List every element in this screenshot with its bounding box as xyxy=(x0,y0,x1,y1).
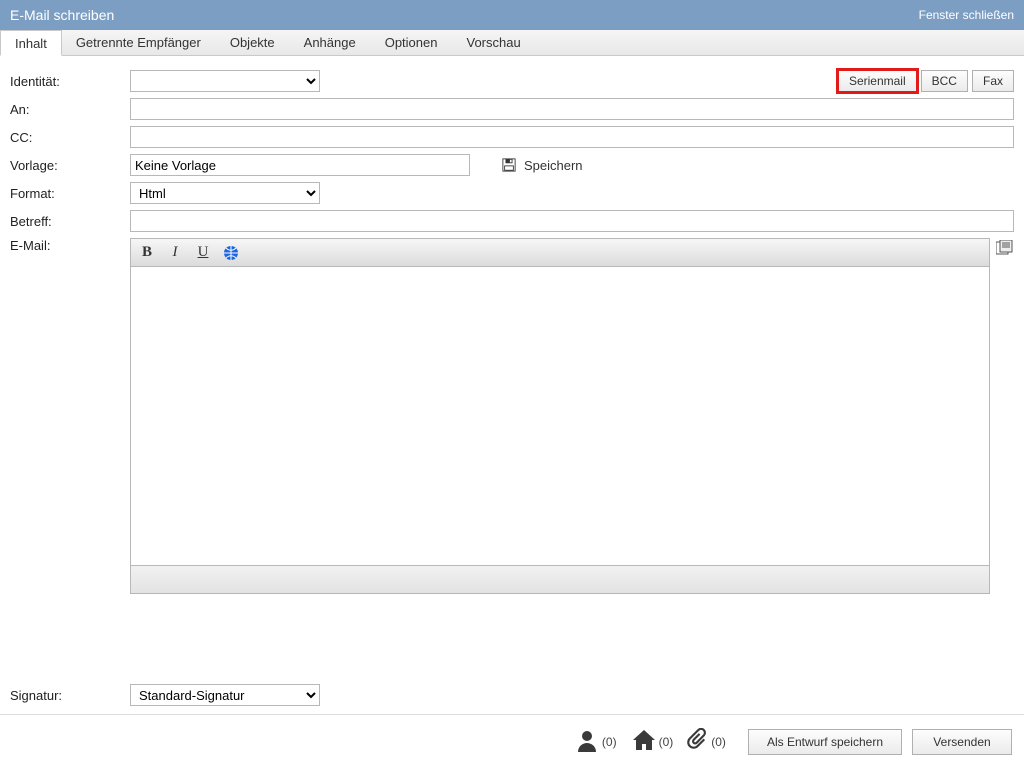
label-format: Format: xyxy=(10,186,130,201)
save-template-label[interactable]: Speichern xyxy=(524,158,583,173)
serienmail-button[interactable]: Serienmail xyxy=(838,70,917,92)
tab-objects[interactable]: Objekte xyxy=(216,30,290,55)
bold-button[interactable]: B xyxy=(137,243,157,263)
tab-options[interactable]: Optionen xyxy=(371,30,453,55)
subject-field[interactable] xyxy=(130,210,1014,232)
tab-separate-recipients[interactable]: Getrennte Empfänger xyxy=(62,30,216,55)
footer-bar: (0) (0) (0) Als Entwurf speichern Versen… xyxy=(0,714,1024,768)
signature-select[interactable]: Standard-Signatur xyxy=(130,684,320,706)
bcc-button[interactable]: BCC xyxy=(921,70,968,92)
title-bar: E-Mail schreiben Fenster schließen xyxy=(0,0,1024,30)
paperclip-icon xyxy=(687,728,709,755)
tab-attachments[interactable]: Anhänge xyxy=(290,30,371,55)
tab-preview[interactable]: Vorschau xyxy=(452,30,535,55)
format-select[interactable]: Html xyxy=(130,182,320,204)
compose-email-window: E-Mail schreiben Fenster schließen Inhal… xyxy=(0,0,1024,768)
italic-button[interactable]: I xyxy=(165,243,185,263)
save-draft-button[interactable]: Als Entwurf speichern xyxy=(748,729,902,755)
person-icon xyxy=(576,728,600,755)
label-email: E-Mail: xyxy=(10,238,130,253)
attachments-count[interactable]: (0) xyxy=(687,728,726,755)
template-field[interactable] xyxy=(130,154,470,176)
email-body-editor[interactable] xyxy=(130,266,990,566)
editor-footer xyxy=(130,566,990,594)
identity-select[interactable] xyxy=(130,70,320,92)
window-title: E-Mail schreiben xyxy=(10,7,114,23)
tab-strip: Inhalt Getrennte Empfänger Objekte Anhän… xyxy=(0,30,1024,56)
expand-editor-icon[interactable] xyxy=(996,238,1014,594)
underline-button[interactable]: U xyxy=(193,243,213,263)
form-content: Identität: Serienmail BCC Fax An: CC: Vo… xyxy=(0,56,1024,714)
fax-button[interactable]: Fax xyxy=(972,70,1014,92)
houses-count[interactable]: (0) xyxy=(631,728,674,755)
label-template: Vorlage: xyxy=(10,158,130,173)
label-identity: Identität: xyxy=(10,74,130,89)
to-field[interactable] xyxy=(130,98,1014,120)
label-cc: CC: xyxy=(10,130,130,145)
close-window-link[interactable]: Fenster schließen xyxy=(919,8,1014,22)
label-signature: Signatur: xyxy=(10,688,130,703)
tab-content[interactable]: Inhalt xyxy=(0,30,62,56)
editor-toolbar: B I U xyxy=(130,238,990,266)
label-to: An: xyxy=(10,102,130,117)
label-subject: Betreff: xyxy=(10,214,130,229)
house-icon xyxy=(631,728,657,755)
save-icon[interactable] xyxy=(502,158,516,172)
send-button[interactable]: Versenden xyxy=(912,729,1012,755)
cc-field[interactable] xyxy=(130,126,1014,148)
contacts-count[interactable]: (0) xyxy=(576,728,617,755)
globe-button[interactable] xyxy=(221,243,241,263)
